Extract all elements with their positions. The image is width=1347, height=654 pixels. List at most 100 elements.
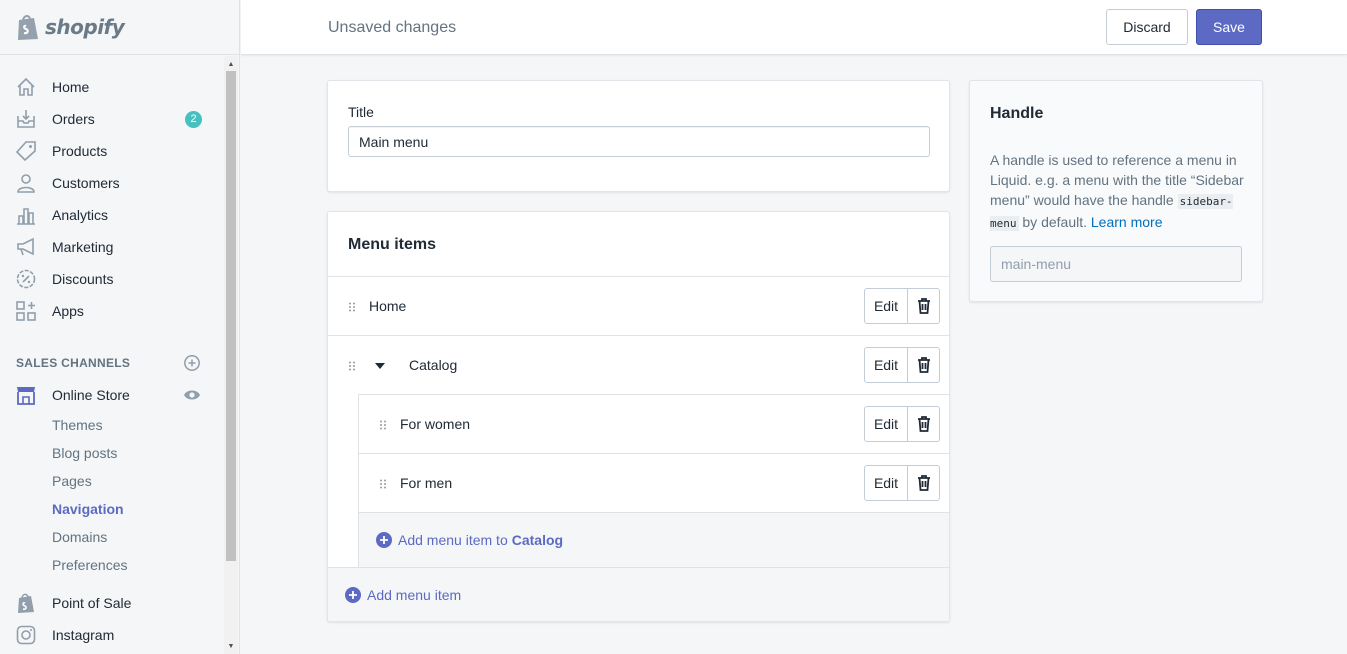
sidebar-item-products[interactable]: Products [0, 136, 224, 166]
delete-button[interactable] [908, 406, 940, 442]
menu-item-label: Home [369, 298, 407, 314]
sidebar-item-label: Products [52, 143, 108, 159]
sidebar-item-discounts[interactable]: Discounts [0, 264, 224, 294]
handle-description: A handle is used to reference a menu in … [990, 150, 1246, 234]
edit-button[interactable]: Edit [864, 347, 908, 383]
add-menu-item-area: Add menu item [328, 567, 949, 621]
add-child-menu-item-area: Add menu item to Catalog [358, 512, 949, 567]
tag-icon [15, 141, 36, 162]
sidebar-item-label: Orders [52, 111, 95, 127]
save-button[interactable]: Save [1196, 9, 1262, 45]
sidebar-item-customers[interactable]: Customers [0, 168, 224, 198]
sidebar-item-home[interactable]: Home [0, 72, 224, 102]
sidebar-item-label: Analytics [52, 207, 109, 223]
delete-button[interactable] [908, 288, 940, 324]
menu-item-label: For women [400, 416, 471, 432]
menu-items-heading: Menu items [348, 236, 437, 253]
edit-button[interactable]: Edit [864, 288, 908, 324]
orders-count-badge: 2 [185, 110, 202, 128]
unsaved-changes-title: Unsaved changes [328, 19, 457, 36]
add-menu-item-link[interactable]: Add menu item [345, 587, 461, 603]
menu-item-row[interactable]: For women Edit [358, 394, 949, 453]
sidebar-item-label: Apps [52, 303, 84, 319]
sidebar-item-marketing[interactable]: Marketing [0, 232, 224, 262]
sidebar-item-label: Discounts [52, 271, 114, 287]
delete-button[interactable] [908, 347, 940, 383]
sidebar-subitem-blog-posts[interactable]: Blog posts [52, 445, 117, 461]
title-input[interactable] [348, 126, 930, 157]
sidebar-scrollbar[interactable]: ▲ ▼ [224, 56, 238, 654]
drag-handle-icon[interactable] [379, 420, 387, 430]
menu-item-row[interactable]: For men Edit [358, 453, 949, 512]
menu-item-row[interactable]: Catalog Edit [328, 335, 949, 394]
handle-card: Handle A handle is used to reference a m… [969, 80, 1263, 302]
sidebar-subitem-themes[interactable]: Themes [52, 417, 103, 433]
scroll-up-arrow-icon[interactable]: ▲ [224, 57, 238, 71]
handle-input[interactable]: main-menu [990, 246, 1242, 282]
scroll-down-arrow-icon[interactable]: ▼ [224, 639, 238, 653]
sidebar-subitem-domains[interactable]: Domains [52, 529, 107, 545]
plus-circle-icon [345, 587, 361, 603]
add-child-menu-item-link[interactable]: Add menu item to Catalog [376, 532, 563, 548]
sales-channels-heading: SALES CHANNELS [16, 356, 131, 370]
trash-icon [917, 357, 930, 373]
bar-chart-icon [17, 208, 35, 225]
sidebar-subitem-pages[interactable]: Pages [52, 473, 92, 489]
brand-name: shopify [45, 15, 125, 39]
brand-logo[interactable]: shopify [0, 0, 239, 55]
person-icon [17, 174, 35, 193]
add-menu-item-text: Add menu item [367, 587, 462, 603]
sidebar-item-point-of-sale[interactable]: Point of Sale [0, 588, 224, 618]
scrollbar-thumb[interactable] [226, 71, 236, 561]
discount-icon [16, 269, 36, 289]
megaphone-icon [17, 237, 34, 256]
sidebar-item-orders[interactable]: Orders 2 [0, 104, 224, 134]
edit-button[interactable]: Edit [864, 465, 908, 501]
menu-item-label: Catalog [409, 357, 458, 373]
apps-icon [16, 301, 36, 321]
handle-heading: Handle [990, 105, 1044, 122]
shopify-bag-icon [18, 15, 38, 40]
menu-items-card: Menu items Home Edit Catalog Edit For wo… [327, 211, 950, 622]
sidebar-subitem-navigation[interactable]: Navigation [52, 501, 124, 517]
collapse-caret-icon[interactable] [375, 363, 385, 369]
sidebar-item-label: Home [52, 79, 90, 95]
home-icon [17, 77, 35, 96]
add-child-target: Catalog [511, 532, 564, 548]
delete-button[interactable] [908, 465, 940, 501]
edit-button[interactable]: Edit [864, 406, 908, 442]
add-channel-icon[interactable] [183, 354, 201, 372]
title-card: Title [327, 80, 950, 192]
sidebar-item-label: Point of Sale [52, 595, 132, 611]
menu-item-label: For men [400, 475, 453, 491]
top-bar: Unsaved changes Discard Save [241, 0, 1347, 55]
learn-more-link[interactable]: Learn more [1091, 214, 1163, 230]
sidebar-subitem-preferences[interactable]: Preferences [52, 557, 127, 573]
store-icon [17, 387, 35, 405]
sidebar-item-label: Online Store [52, 387, 130, 403]
handle-description-suffix: by default. [1022, 214, 1087, 230]
sidebar-item-apps[interactable]: Apps [0, 296, 224, 326]
drag-handle-icon[interactable] [379, 479, 387, 489]
orders-icon [17, 110, 35, 128]
eye-icon[interactable] [183, 387, 201, 403]
trash-icon [917, 475, 930, 491]
sidebar: shopify Home Orders 2 Products Customers… [0, 0, 240, 654]
sidebar-nav: Home Orders 2 Products Customers Analyti… [0, 56, 224, 654]
drag-handle-icon[interactable] [348, 302, 356, 312]
sidebar-item-online-store[interactable]: Online Store [0, 380, 224, 410]
instagram-icon [16, 625, 36, 645]
title-label: Title [348, 104, 374, 120]
sidebar-item-label: Instagram [52, 627, 115, 643]
sidebar-item-label: Marketing [52, 239, 114, 255]
menu-item-row[interactable]: Home Edit [328, 276, 949, 335]
drag-handle-icon[interactable] [348, 361, 356, 371]
trash-icon [917, 416, 930, 432]
plus-circle-icon [376, 532, 392, 548]
sidebar-item-analytics[interactable]: Analytics [0, 200, 224, 230]
sidebar-item-label: Customers [52, 175, 120, 191]
trash-icon [917, 298, 930, 314]
discard-button[interactable]: Discard [1106, 9, 1188, 45]
shopify-bag-icon [18, 593, 34, 613]
sidebar-item-instagram[interactable]: Instagram [0, 620, 224, 650]
